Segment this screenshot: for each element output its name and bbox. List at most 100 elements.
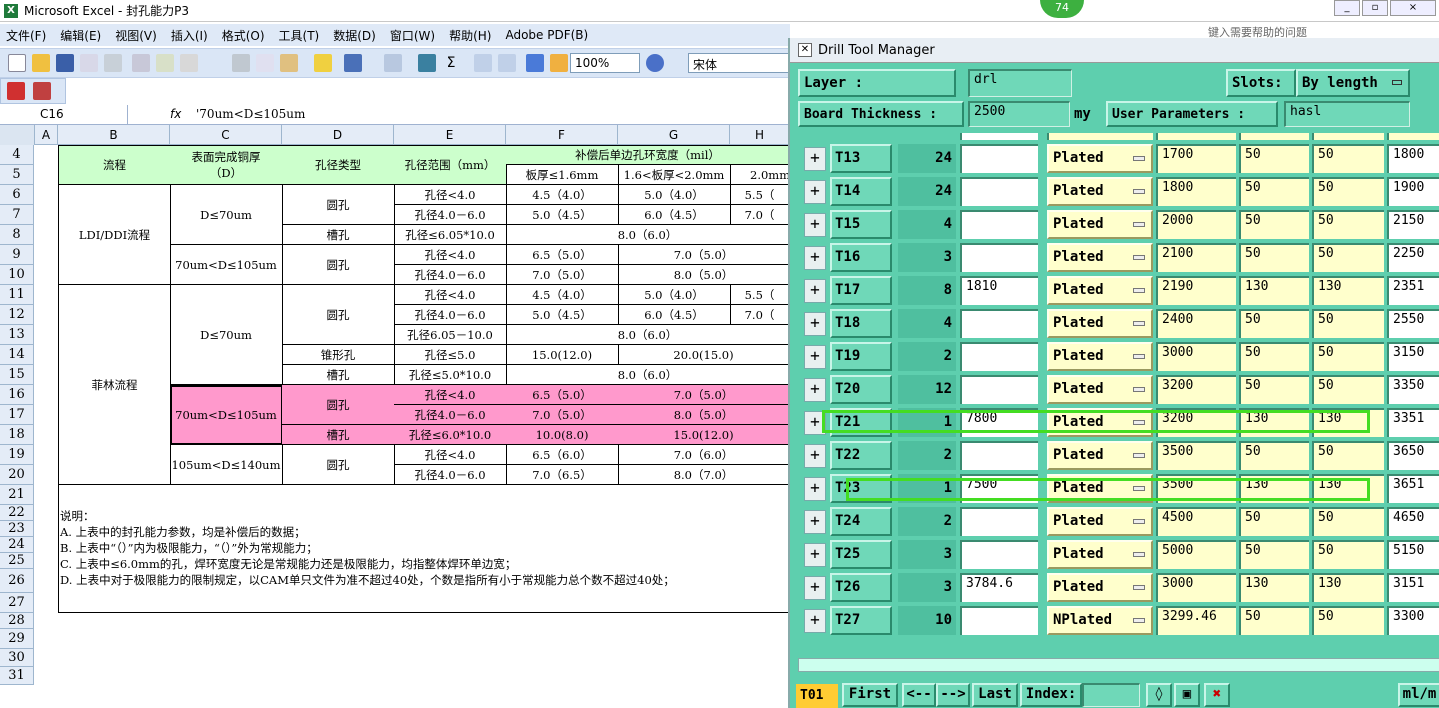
plating-dropdown[interactable]: Plated: [1047, 144, 1153, 173]
add-icon[interactable]: +: [804, 147, 826, 171]
data-cell[interactable]: 孔径<4.0: [394, 245, 507, 265]
row-header[interactable]: 17: [0, 405, 34, 425]
row-header[interactable]: 26: [0, 569, 34, 593]
final-size-input[interactable]: 3350: [1387, 375, 1439, 404]
data-cell[interactable]: 孔径4.0－6.0: [394, 405, 507, 425]
drill-size-input[interactable]: 1800: [1156, 177, 1236, 206]
data-cell[interactable]: 孔径<4.0: [394, 185, 507, 205]
permission-icon[interactable]: [80, 54, 98, 72]
row-header[interactable]: 28: [0, 613, 34, 629]
row-header[interactable]: 7: [0, 205, 34, 225]
row-header[interactable]: 29: [0, 629, 34, 649]
cell-round-b[interactable]: 圆孔: [282, 245, 395, 285]
menu-adobe-pdf[interactable]: Adobe PDF(B): [505, 28, 588, 42]
lightbulb-icon[interactable]: ◊: [1146, 683, 1172, 707]
col-header-c[interactable]: C: [170, 125, 282, 145]
cell-ldi[interactable]: LDI/DDI流程: [58, 185, 171, 285]
final-size-input[interactable]: 3351: [1387, 408, 1439, 437]
data-cell[interactable]: 8.0（7.0）: [618, 465, 790, 485]
row-header[interactable]: 30: [0, 649, 34, 667]
add-icon[interactable]: +: [804, 576, 826, 600]
tol-plus-input[interactable]: 50: [1239, 441, 1309, 470]
add-icon[interactable]: +: [804, 345, 826, 369]
cell-d70-105-selected[interactable]: 70um<D≤105um: [170, 385, 283, 445]
row-header[interactable]: 27: [0, 593, 34, 613]
pdf-icon[interactable]: [7, 82, 25, 100]
header-f5[interactable]: 板厚≤1.6mm: [506, 165, 619, 185]
tol-plus-input[interactable]: 50: [1239, 309, 1309, 338]
restore-button[interactable]: ▫: [1362, 0, 1388, 16]
plating-dropdown[interactable]: Plated: [1047, 243, 1153, 272]
data-cell[interactable]: 孔径<4.0: [394, 385, 507, 405]
add-icon[interactable]: +: [804, 312, 826, 336]
first-button[interactable]: First: [842, 683, 898, 707]
format-painter-icon[interactable]: [314, 54, 332, 72]
row-header[interactable]: 23: [0, 521, 34, 537]
data-cell[interactable]: 孔径<4.0: [394, 445, 507, 465]
tol-plus-input[interactable]: 50: [1239, 375, 1309, 404]
minimize-button[interactable]: _: [1334, 0, 1360, 16]
paste-icon[interactable]: [280, 54, 298, 72]
cell-d105-140[interactable]: 105um<D≤140um: [170, 445, 283, 485]
tol-minus-input[interactable]: 50: [1312, 441, 1384, 470]
plating-dropdown[interactable]: Plated: [1047, 342, 1153, 371]
chart-wizard-icon[interactable]: [526, 54, 544, 72]
cell-slot-b[interactable]: 槽孔: [282, 365, 395, 385]
col-header-g[interactable]: G: [618, 125, 730, 145]
row-header[interactable]: 21: [0, 485, 34, 505]
data-cell[interactable]: 8.0（6.0）: [506, 225, 790, 245]
units-toggle[interactable]: ml/m: [1398, 683, 1439, 707]
row-header[interactable]: 15: [0, 365, 34, 385]
drill-size-input[interactable]: 2100: [1156, 243, 1236, 272]
finished-size-input[interactable]: [960, 441, 1038, 470]
plating-dropdown[interactable]: Plated: [1047, 573, 1153, 602]
row-header[interactable]: 4: [0, 145, 34, 165]
row-header[interactable]: 5: [0, 165, 34, 185]
finished-size-input[interactable]: [960, 177, 1038, 206]
finished-size-input[interactable]: 1810: [960, 276, 1038, 305]
drill-size-input[interactable]: 4500: [1156, 507, 1236, 536]
header-h5[interactable]: 2.0mm: [730, 165, 790, 185]
data-cell[interactable]: 孔径≤6.05*10.0: [394, 225, 507, 245]
tool-name-button[interactable]: T15: [830, 210, 892, 239]
tool-name-button[interactable]: T16: [830, 243, 892, 272]
row-header[interactable]: 14: [0, 345, 34, 365]
data-cell[interactable]: 5.0（4.0）: [618, 285, 731, 305]
tol-minus-input[interactable]: 50: [1312, 210, 1384, 239]
header-process[interactable]: 流程: [58, 145, 171, 185]
cell-d70-b[interactable]: D≤70um: [170, 285, 283, 385]
data-cell[interactable]: 7.0（5.0）: [618, 245, 790, 265]
data-cell[interactable]: 10.0(8.0): [506, 425, 619, 445]
data-cell[interactable]: 孔径4.0－6.0: [394, 305, 507, 325]
tol-plus-input[interactable]: 50: [1239, 606, 1309, 635]
next-button[interactable]: -->: [936, 683, 970, 707]
cell-round-a[interactable]: 圆孔: [282, 185, 395, 225]
index-input[interactable]: [1082, 683, 1140, 707]
name-box[interactable]: C16: [0, 105, 128, 125]
menu-format[interactable]: 格式(O): [222, 27, 265, 44]
header-ring-width[interactable]: 补偿后单边孔环宽度（mil）: [506, 145, 790, 165]
tool-name-button[interactable]: T17: [830, 276, 892, 305]
add-icon[interactable]: +: [804, 510, 826, 534]
tol-plus-input[interactable]: 130: [1239, 573, 1309, 602]
select-all[interactable]: [0, 125, 35, 145]
tool-name-button[interactable]: T20: [830, 375, 892, 404]
menu-data[interactable]: 数据(D): [333, 27, 376, 44]
final-size-input[interactable]: 2250: [1387, 243, 1439, 272]
col-header-b[interactable]: B: [58, 125, 170, 145]
row-header[interactable]: 25: [0, 553, 34, 569]
col-header-d[interactable]: D: [282, 125, 394, 145]
finished-size-input[interactable]: 3784.6: [960, 573, 1038, 602]
data-cell[interactable]: 孔径≤5.0: [394, 345, 507, 365]
tool-name-button[interactable]: T25: [830, 540, 892, 569]
data-cell[interactable]: 5.0（4.5）: [506, 305, 619, 325]
finished-size-input[interactable]: [960, 210, 1038, 239]
finished-size-input[interactable]: [960, 606, 1038, 635]
row-header[interactable]: 9: [0, 245, 34, 265]
final-size-input[interactable]: 1800: [1387, 144, 1439, 173]
row-header[interactable]: 8: [0, 225, 34, 245]
menu-view[interactable]: 视图(V): [115, 27, 157, 44]
data-cell[interactable]: 孔径4.0－6.0: [394, 205, 507, 225]
cell-round-d[interactable]: 圆孔: [282, 385, 395, 425]
menu-help[interactable]: 帮助(H): [449, 27, 491, 44]
